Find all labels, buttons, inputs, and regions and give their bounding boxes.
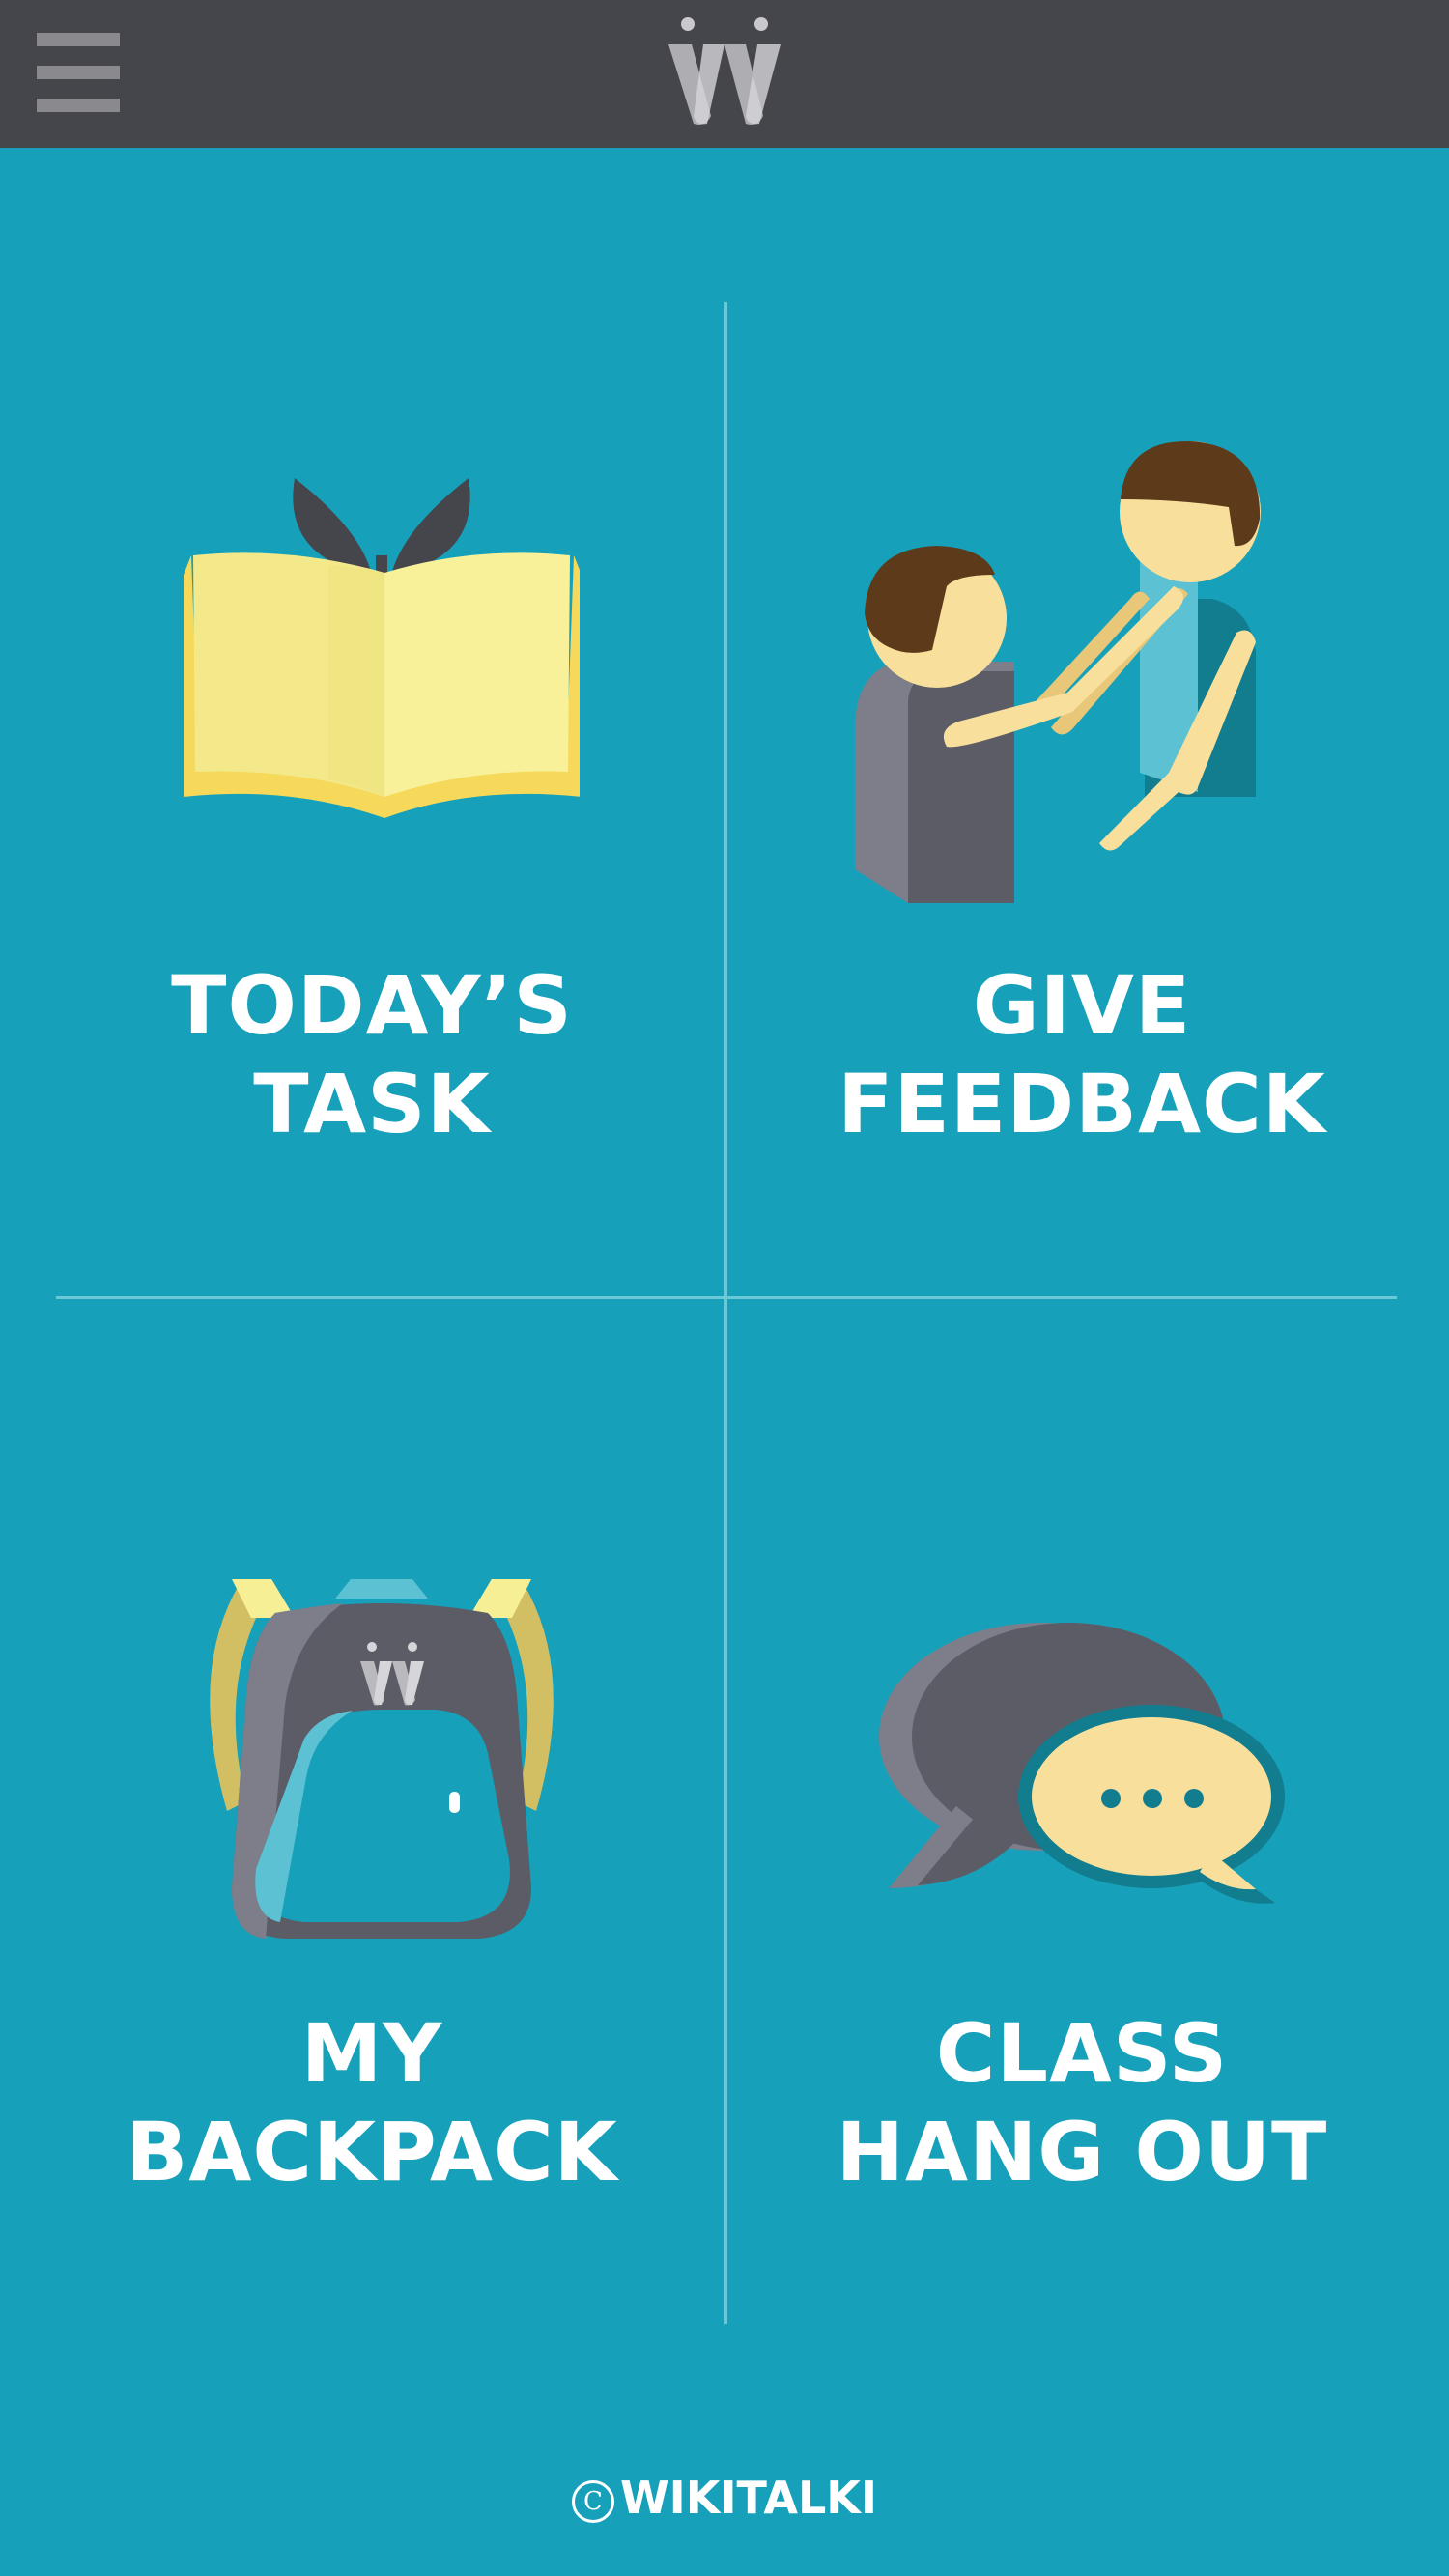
footer-brand: WIKITALKI [619, 2472, 878, 2524]
hamburger-menu-icon[interactable] [35, 33, 122, 116]
todays-task-tile[interactable]: TODAY’S TASK [14, 290, 729, 1294]
give-feedback-label-line1: GIVE [972, 958, 1192, 1053]
class-hang-out-label-line1: CLASS [935, 2006, 1229, 2101]
class-hang-out-tile[interactable]: CLASS HANG OUT [724, 1299, 1439, 2304]
todays-task-label-line2: TASK [253, 1057, 491, 1151]
give-feedback-tile[interactable]: GIVE FEEDBACK [724, 290, 1439, 1294]
footer-copyright: C WIKITALKI [0, 2471, 1449, 2525]
backpack-icon [210, 1579, 554, 1939]
class-hang-out-label: CLASS HANG OUT [724, 2004, 1439, 2201]
give-feedback-label: GIVE FEEDBACK [724, 956, 1439, 1153]
todays-task-label-line1: TODAY’S [171, 958, 573, 1053]
wikitalki-logo-icon [668, 17, 781, 125]
menu-line [37, 99, 120, 112]
chat-bubbles-icon [879, 1623, 1285, 1904]
my-backpack-label: MY BACKPACK [14, 2004, 729, 2201]
class-hang-out-label-line2: HANG OUT [836, 2105, 1328, 2199]
my-backpack-tile[interactable]: MY BACKPACK [14, 1299, 729, 2304]
todays-task-label: TODAY’S TASK [14, 956, 729, 1153]
my-backpack-label-line1: MY [300, 2006, 443, 2101]
copyright-icon: C [571, 2480, 614, 2523]
my-backpack-label-line2: BACKPACK [126, 2105, 618, 2199]
top-bar [0, 0, 1449, 148]
menu-line [37, 33, 120, 46]
menu-line [37, 66, 120, 79]
give-feedback-label-line2: FEEDBACK [838, 1057, 1326, 1151]
open-book-sprout-icon [184, 478, 580, 818]
people-high-five-icon [855, 440, 1261, 903]
